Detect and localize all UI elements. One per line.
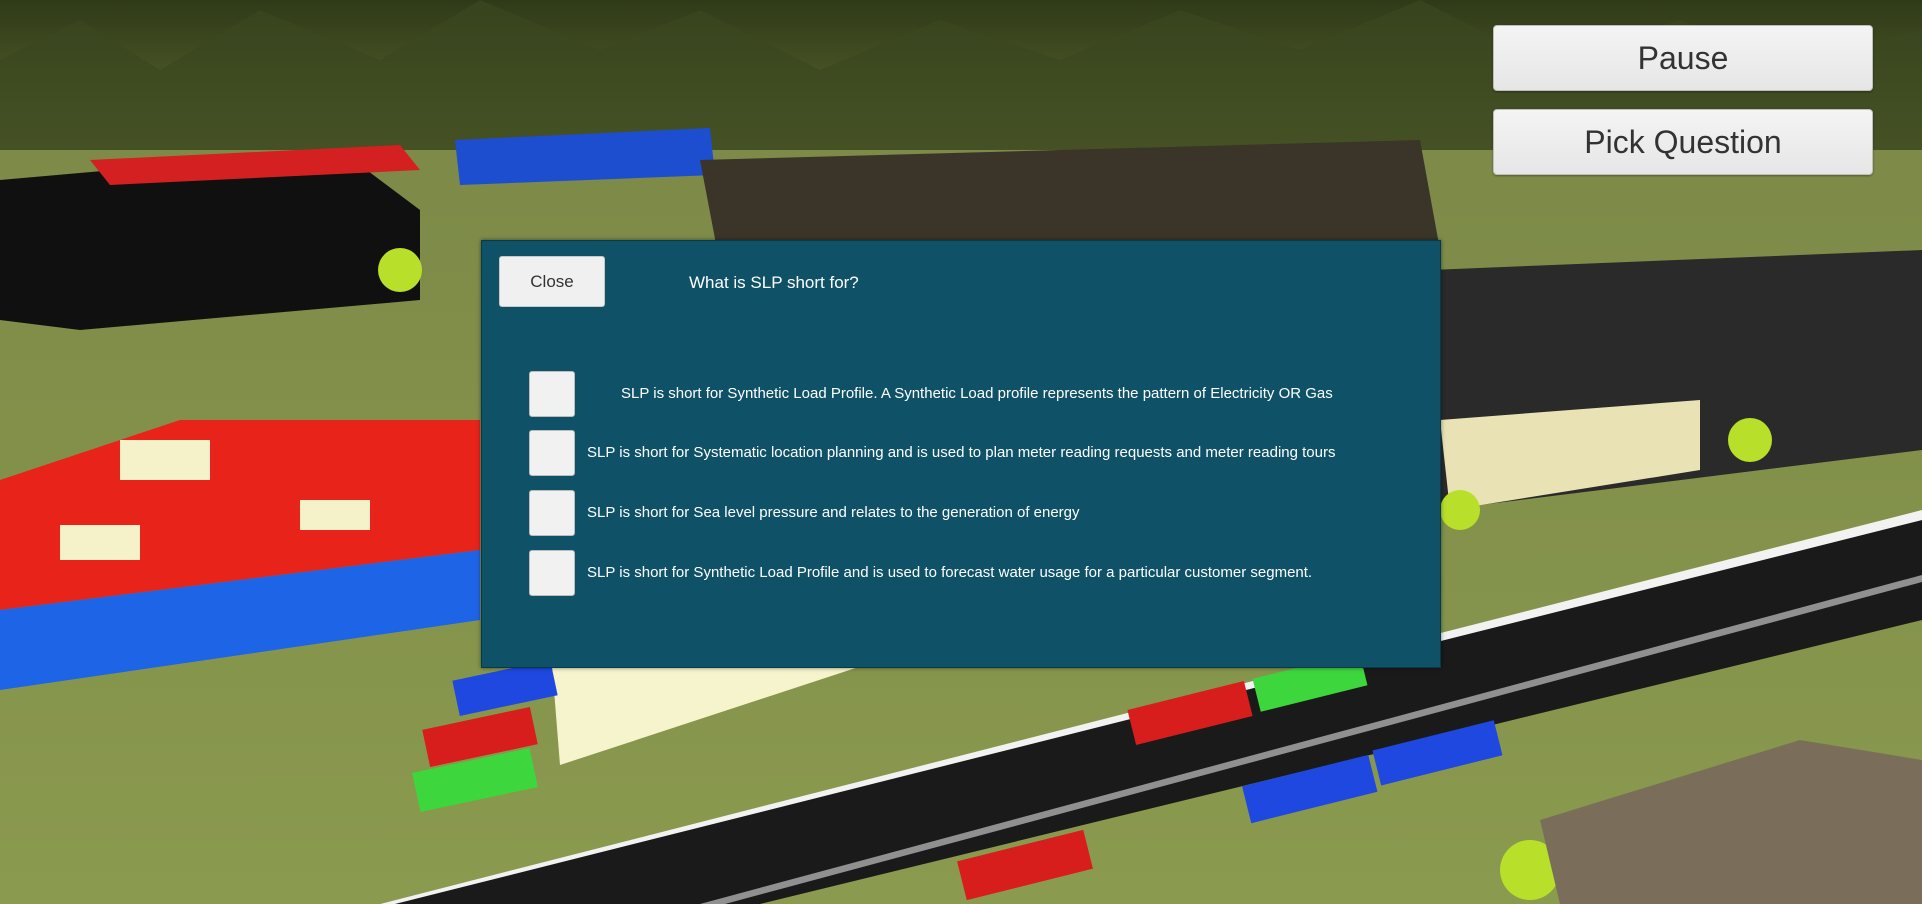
pause-button[interactable]: Pause [1493, 25, 1873, 91]
answer-label-3: SLP is short for Sea level pressure and … [587, 504, 1080, 521]
question-dialog: Close What is SLP short for? SLP is shor… [481, 240, 1441, 668]
tree-1 [1728, 418, 1772, 462]
tree-2 [1440, 490, 1480, 530]
roof-vent-3 [300, 500, 370, 530]
answer-label-2: SLP is short for Systematic location pla… [587, 444, 1336, 461]
answer-option-3[interactable]: SLP is short for Sea level pressure and … [529, 490, 1409, 536]
close-button[interactable]: Close [499, 256, 605, 307]
pick-question-button[interactable]: Pick Question [1493, 109, 1873, 175]
tree-3 [378, 248, 422, 292]
answer-checkbox-1[interactable] [529, 371, 575, 417]
roof-vent-2 [60, 525, 140, 560]
answer-option-1[interactable]: SLP is short for Synthetic Load Profile.… [529, 371, 1409, 417]
answer-option-2[interactable]: SLP is short for Systematic location pla… [529, 430, 1409, 476]
roof-vent-1 [120, 440, 210, 480]
game-viewport[interactable]: Pause Pick Question Close What is SLP sh… [0, 0, 1922, 904]
answer-checkbox-4[interactable] [529, 550, 575, 596]
answer-checkbox-3[interactable] [529, 490, 575, 536]
answer-checkbox-2[interactable] [529, 430, 575, 476]
answer-label-1: SLP is short for Synthetic Load Profile.… [621, 385, 1333, 402]
answer-label-4: SLP is short for Synthetic Load Profile … [587, 564, 1313, 581]
question-text: What is SLP short for? [689, 273, 859, 292]
answer-option-4[interactable]: SLP is short for Synthetic Load Profile … [529, 550, 1409, 596]
